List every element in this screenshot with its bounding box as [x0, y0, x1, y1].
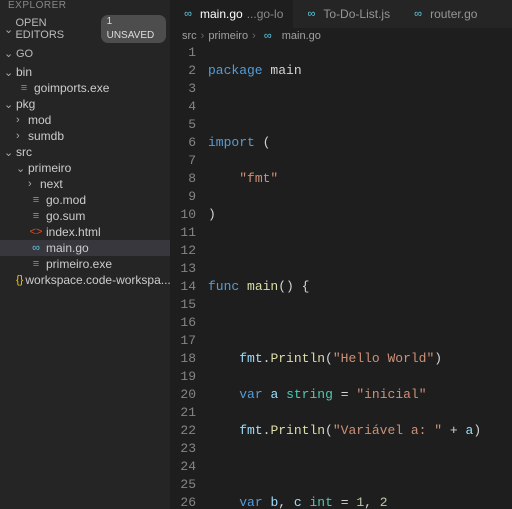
code-editor[interactable]: 123 456 789 101112 131415 161718 192021 …: [170, 44, 512, 509]
line-gutter: 123 456 789 101112 131415 161718 192021 …: [170, 44, 208, 509]
project-section-label: GO: [16, 48, 33, 60]
file-main-go[interactable]: ∞ main.go: [0, 240, 170, 256]
folder-label: pkg: [16, 97, 35, 111]
chevron-down-icon: ⌄: [4, 47, 16, 60]
folder-src[interactable]: ⌄ src: [0, 144, 170, 160]
chevron-down-icon: ⌄: [16, 162, 28, 175]
folder-next[interactable]: › next: [0, 176, 170, 192]
breadcrumb-item[interactable]: primeiro: [208, 30, 248, 42]
folder-label: sumdb: [28, 129, 64, 143]
folder-primeiro[interactable]: ⌄ primeiro: [0, 160, 170, 176]
chevron-right-icon: ›: [252, 30, 256, 42]
open-editors-header[interactable]: ⌄ OPEN EDITORS 1 UNSAVED: [0, 13, 170, 45]
folder-sumdb[interactable]: › sumdb: [0, 128, 170, 144]
file-go-sum[interactable]: ≡ go.sum: [0, 208, 170, 224]
tab-suffix: ...go-lo: [247, 7, 284, 21]
file-label: go.sum: [46, 209, 85, 223]
file-label: index.html: [46, 225, 101, 239]
file-label: workspace.code-workspa...: [25, 273, 170, 287]
explorer-label: EXPLORER: [0, 0, 170, 13]
breadcrumb[interactable]: src › primeiro › ∞ main.go: [170, 28, 512, 44]
tab-main-go[interactable]: ∞ main.go ...go-lo: [170, 0, 293, 28]
folder-label: next: [40, 177, 63, 191]
file-primeiro-exe[interactable]: ≡ primeiro.exe: [0, 256, 170, 272]
folder-label: mod: [28, 113, 51, 127]
go-icon: ∞: [180, 8, 196, 20]
breadcrumb-item[interactable]: src: [182, 30, 197, 42]
go-icon: ∞: [303, 8, 319, 20]
go-icon: ∞: [260, 30, 276, 42]
breadcrumb-item[interactable]: main.go: [282, 30, 321, 42]
folder-label: bin: [16, 65, 32, 79]
go-icon: ∞: [28, 242, 44, 254]
tab-to-do-list[interactable]: ∞ To-Do-List.js: [293, 0, 400, 28]
chevron-right-icon: ›: [28, 178, 40, 190]
file-goimports-exe[interactable]: ≡ goimports.exe: [0, 80, 170, 96]
code-content[interactable]: package main import ( "fmt" ) func main(…: [208, 44, 512, 509]
folder-mod[interactable]: › mod: [0, 112, 170, 128]
chevron-down-icon: ⌄: [4, 146, 16, 159]
exe-icon: ≡: [16, 82, 32, 94]
exe-icon: ≡: [28, 258, 44, 270]
chevron-down-icon: ⌄: [4, 66, 16, 79]
tab-label: main.go: [200, 7, 243, 21]
chevron-right-icon: ›: [16, 130, 28, 142]
file-label: main.go: [46, 241, 89, 255]
file-index-html[interactable]: <> index.html: [0, 224, 170, 240]
folder-pkg[interactable]: ⌄ pkg: [0, 96, 170, 112]
file-label: go.mod: [46, 193, 86, 207]
project-section-header[interactable]: ⌄ GO: [0, 45, 170, 62]
file-go-mod[interactable]: ≡ go.mod: [0, 192, 170, 208]
file-label: primeiro.exe: [46, 257, 112, 271]
unsaved-badge: 1 UNSAVED: [101, 15, 166, 43]
chevron-down-icon: ⌄: [4, 98, 16, 111]
html-icon: <>: [28, 226, 44, 238]
folder-label: primeiro: [28, 161, 71, 175]
open-editors-label: OPEN EDITORS: [15, 17, 94, 41]
sum-icon: ≡: [28, 210, 44, 222]
tab-bar: ∞ main.go ...go-lo ∞ To-Do-List.js ∞ rou…: [170, 0, 512, 28]
chevron-right-icon: ›: [201, 30, 205, 42]
tab-label: router.go: [430, 7, 477, 21]
file-label: goimports.exe: [34, 81, 109, 95]
mod-icon: ≡: [28, 194, 44, 206]
tab-label: To-Do-List.js: [323, 7, 390, 21]
folder-bin[interactable]: ⌄ bin: [0, 64, 170, 80]
file-tree: ⌄ bin ≡ goimports.exe ⌄ pkg › mod › sumd…: [0, 62, 170, 288]
folder-label: src: [16, 145, 32, 159]
chevron-down-icon: ⌄: [4, 23, 15, 36]
file-workspace[interactable]: {} workspace.code-workspa...: [0, 272, 170, 288]
go-icon: ∞: [410, 8, 426, 20]
chevron-right-icon: ›: [16, 114, 28, 126]
tab-router-go[interactable]: ∞ router.go: [400, 0, 487, 28]
json-icon: {}: [16, 274, 23, 286]
